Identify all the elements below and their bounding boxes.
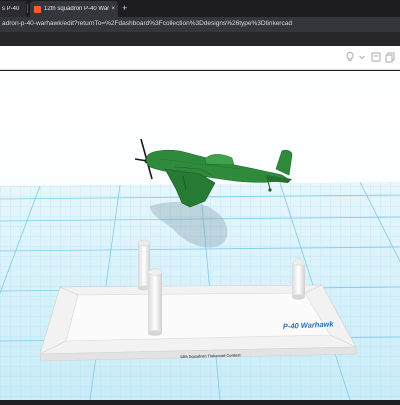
copy-icon[interactable] bbox=[384, 51, 396, 63]
3d-workplane-viewport[interactable]: P-40 Warhawk 12th Squadron Tinkercad Con… bbox=[0, 71, 400, 401]
browser-tab-previous[interactable]: s P-40 bbox=[0, 1, 26, 17]
tinkercad-favicon-icon bbox=[34, 5, 41, 13]
tab-separator bbox=[27, 4, 28, 13]
stand-post-tail[interactable] bbox=[291, 256, 306, 300]
tab-title: s P-40 bbox=[2, 6, 20, 12]
tab-title: 12th squadron P-40 Warhawk... bbox=[44, 6, 110, 12]
close-tab-icon[interactable]: × bbox=[111, 6, 118, 12]
stand-post-front[interactable] bbox=[147, 268, 163, 336]
browser-tab-active[interactable]: 12th squadron P-40 Warhawk... × bbox=[30, 1, 118, 17]
editor-toolbar bbox=[0, 46, 400, 70]
lightbulb-icon[interactable] bbox=[344, 51, 356, 63]
notes-icon[interactable] bbox=[370, 51, 382, 63]
browser-tab-bar: s P-40 12th squadron P-40 Warhawk... × + bbox=[0, 0, 400, 17]
bookmarks-strip bbox=[0, 32, 400, 46]
chevron-down-icon[interactable] bbox=[356, 51, 368, 63]
new-tab-button[interactable]: + bbox=[122, 2, 127, 14]
url-text[interactable]: adron-p-40-warhawk/edit?returnTo=%2Fdash… bbox=[2, 20, 292, 27]
workplane-scene: P-40 Warhawk 12th Squadron Tinkercad Con… bbox=[0, 71, 400, 401]
address-bar[interactable]: adron-p-40-warhawk/edit?returnTo=%2Fdash… bbox=[0, 17, 400, 32]
